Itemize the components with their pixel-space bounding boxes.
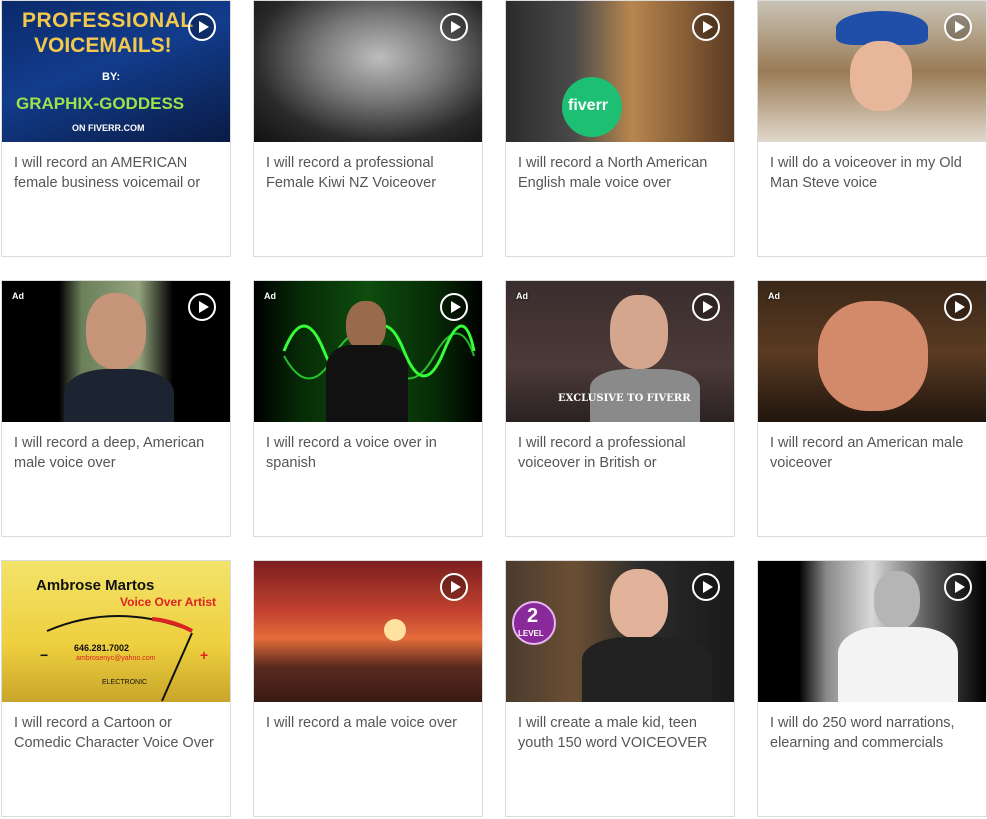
thumbnail-text: ambrosenyc@yahoo.com <box>76 655 156 662</box>
gig-thumbnail[interactable]: Ad <box>758 281 986 422</box>
gig-thumbnail[interactable]: Ad <box>254 281 482 422</box>
thumbnail-text: PROFESSIONAL <box>22 9 194 32</box>
gig-title[interactable]: I will record a deep, American male voic… <box>14 433 218 473</box>
play-icon[interactable] <box>188 13 216 41</box>
play-icon[interactable] <box>440 293 468 321</box>
gig-title[interactable]: I will record an American male voiceover <box>770 433 974 473</box>
thumbnail-text: BY: <box>102 71 121 83</box>
thumbnail-text: LEVEL <box>518 629 544 638</box>
gig-card[interactable]: EXCLUSIVE TO FIVERR Ad I will record a p… <box>505 280 735 537</box>
gig-thumbnail[interactable]: PROFESSIONAL VOICEMAILS! BY: GRAPHIX-GOD… <box>2 1 230 142</box>
suit-image <box>64 369 174 422</box>
gig-thumbnail[interactable] <box>254 561 482 702</box>
gig-title[interactable]: I will record an AMERICAN female busines… <box>14 153 218 193</box>
play-icon[interactable] <box>692 293 720 321</box>
play-icon[interactable] <box>188 293 216 321</box>
thumbnail-text: ELECTRONIC <box>102 679 148 686</box>
gig-card[interactable]: fiverr I will record a North American En… <box>505 0 735 257</box>
thumbnail-text: ON FIVERR.COM <box>72 123 145 133</box>
ad-badge: Ad <box>768 291 780 301</box>
thumbnail-text: 646.281.7002 <box>74 643 130 653</box>
play-icon[interactable] <box>692 573 720 601</box>
face-image <box>346 301 386 351</box>
thumbnail-text: VOICEMAILS! <box>34 34 172 57</box>
gig-title[interactable]: I will record a professional Female Kiwi… <box>266 153 470 193</box>
hat-image <box>836 11 928 45</box>
gig-title[interactable]: I will record a Cartoon or Comedic Chara… <box>14 713 218 753</box>
thumbnail-text: + <box>200 647 209 663</box>
play-icon[interactable] <box>944 293 972 321</box>
play-icon[interactable] <box>944 13 972 41</box>
sun-image <box>384 619 406 641</box>
gig-title[interactable]: I will record a professional voiceover i… <box>518 433 722 473</box>
gig-card[interactable]: I will record a professional Female Kiwi… <box>253 0 483 257</box>
face-image <box>86 293 146 369</box>
suit-image <box>326 345 408 422</box>
ad-badge: Ad <box>516 291 528 301</box>
gig-card[interactable]: I will do a voiceover in my Old Man Stev… <box>757 0 987 257</box>
gig-thumbnail[interactable] <box>758 1 986 142</box>
gig-card[interactable]: PROFESSIONAL VOICEMAILS! BY: GRAPHIX-GOD… <box>1 0 231 257</box>
face-image <box>610 295 668 369</box>
thumbnail-text: 2 <box>527 605 539 627</box>
ad-badge: Ad <box>264 291 276 301</box>
gig-thumbnail[interactable]: fiverr <box>506 1 734 142</box>
thumbnail-text: EXCLUSIVE TO FIVERR <box>558 393 691 404</box>
play-icon[interactable] <box>440 573 468 601</box>
gig-card[interactable]: Ambrose Martos Voice Over Artist 646.281… <box>1 560 231 817</box>
play-icon[interactable] <box>692 13 720 41</box>
shirt-image <box>838 627 958 702</box>
thumbnail-text: GRAPHIX-GODDESS <box>16 94 185 113</box>
face-image <box>610 569 668 639</box>
face-image <box>818 301 928 411</box>
gig-card[interactable]: I will do 250 word narrations, elearning… <box>757 560 987 817</box>
gig-card[interactable]: Ad I will record an American male voiceo… <box>757 280 987 537</box>
gig-title[interactable]: I will record a voice over in spanish <box>266 433 470 473</box>
gig-card[interactable]: 2 LEVEL I will create a male kid, teen y… <box>505 560 735 817</box>
hoodie-image <box>582 637 712 702</box>
gig-thumbnail[interactable]: EXCLUSIVE TO FIVERR Ad <box>506 281 734 422</box>
gig-thumbnail[interactable]: Ad <box>2 281 230 422</box>
gig-thumbnail[interactable] <box>758 561 986 702</box>
gig-card[interactable]: I will record a male voice over <box>253 560 483 817</box>
gig-title[interactable]: I will record a male voice over <box>266 713 470 753</box>
gig-title[interactable]: I will create a male kid, teen youth 150… <box>518 713 722 753</box>
gig-title[interactable]: I will do a voiceover in my Old Man Stev… <box>770 153 974 193</box>
gig-card[interactable]: Ad I will record a deep, American male v… <box>1 280 231 537</box>
gig-title[interactable]: I will do 250 word narrations, elearning… <box>770 713 974 753</box>
gig-thumbnail[interactable] <box>254 1 482 142</box>
thumbnail-text: fiverr <box>568 97 609 114</box>
gig-thumbnail[interactable]: 2 LEVEL <box>506 561 734 702</box>
gig-title[interactable]: I will record a North American English m… <box>518 153 722 193</box>
face-image <box>874 571 920 629</box>
play-icon[interactable] <box>440 13 468 41</box>
gig-thumbnail[interactable]: Ambrose Martos Voice Over Artist 646.281… <box>2 561 230 702</box>
thumbnail-text: − <box>40 647 49 663</box>
gig-card[interactable]: Ad I will record a voice over in spanish <box>253 280 483 537</box>
face-image <box>850 41 912 111</box>
ad-badge: Ad <box>12 291 24 301</box>
play-icon[interactable] <box>944 573 972 601</box>
